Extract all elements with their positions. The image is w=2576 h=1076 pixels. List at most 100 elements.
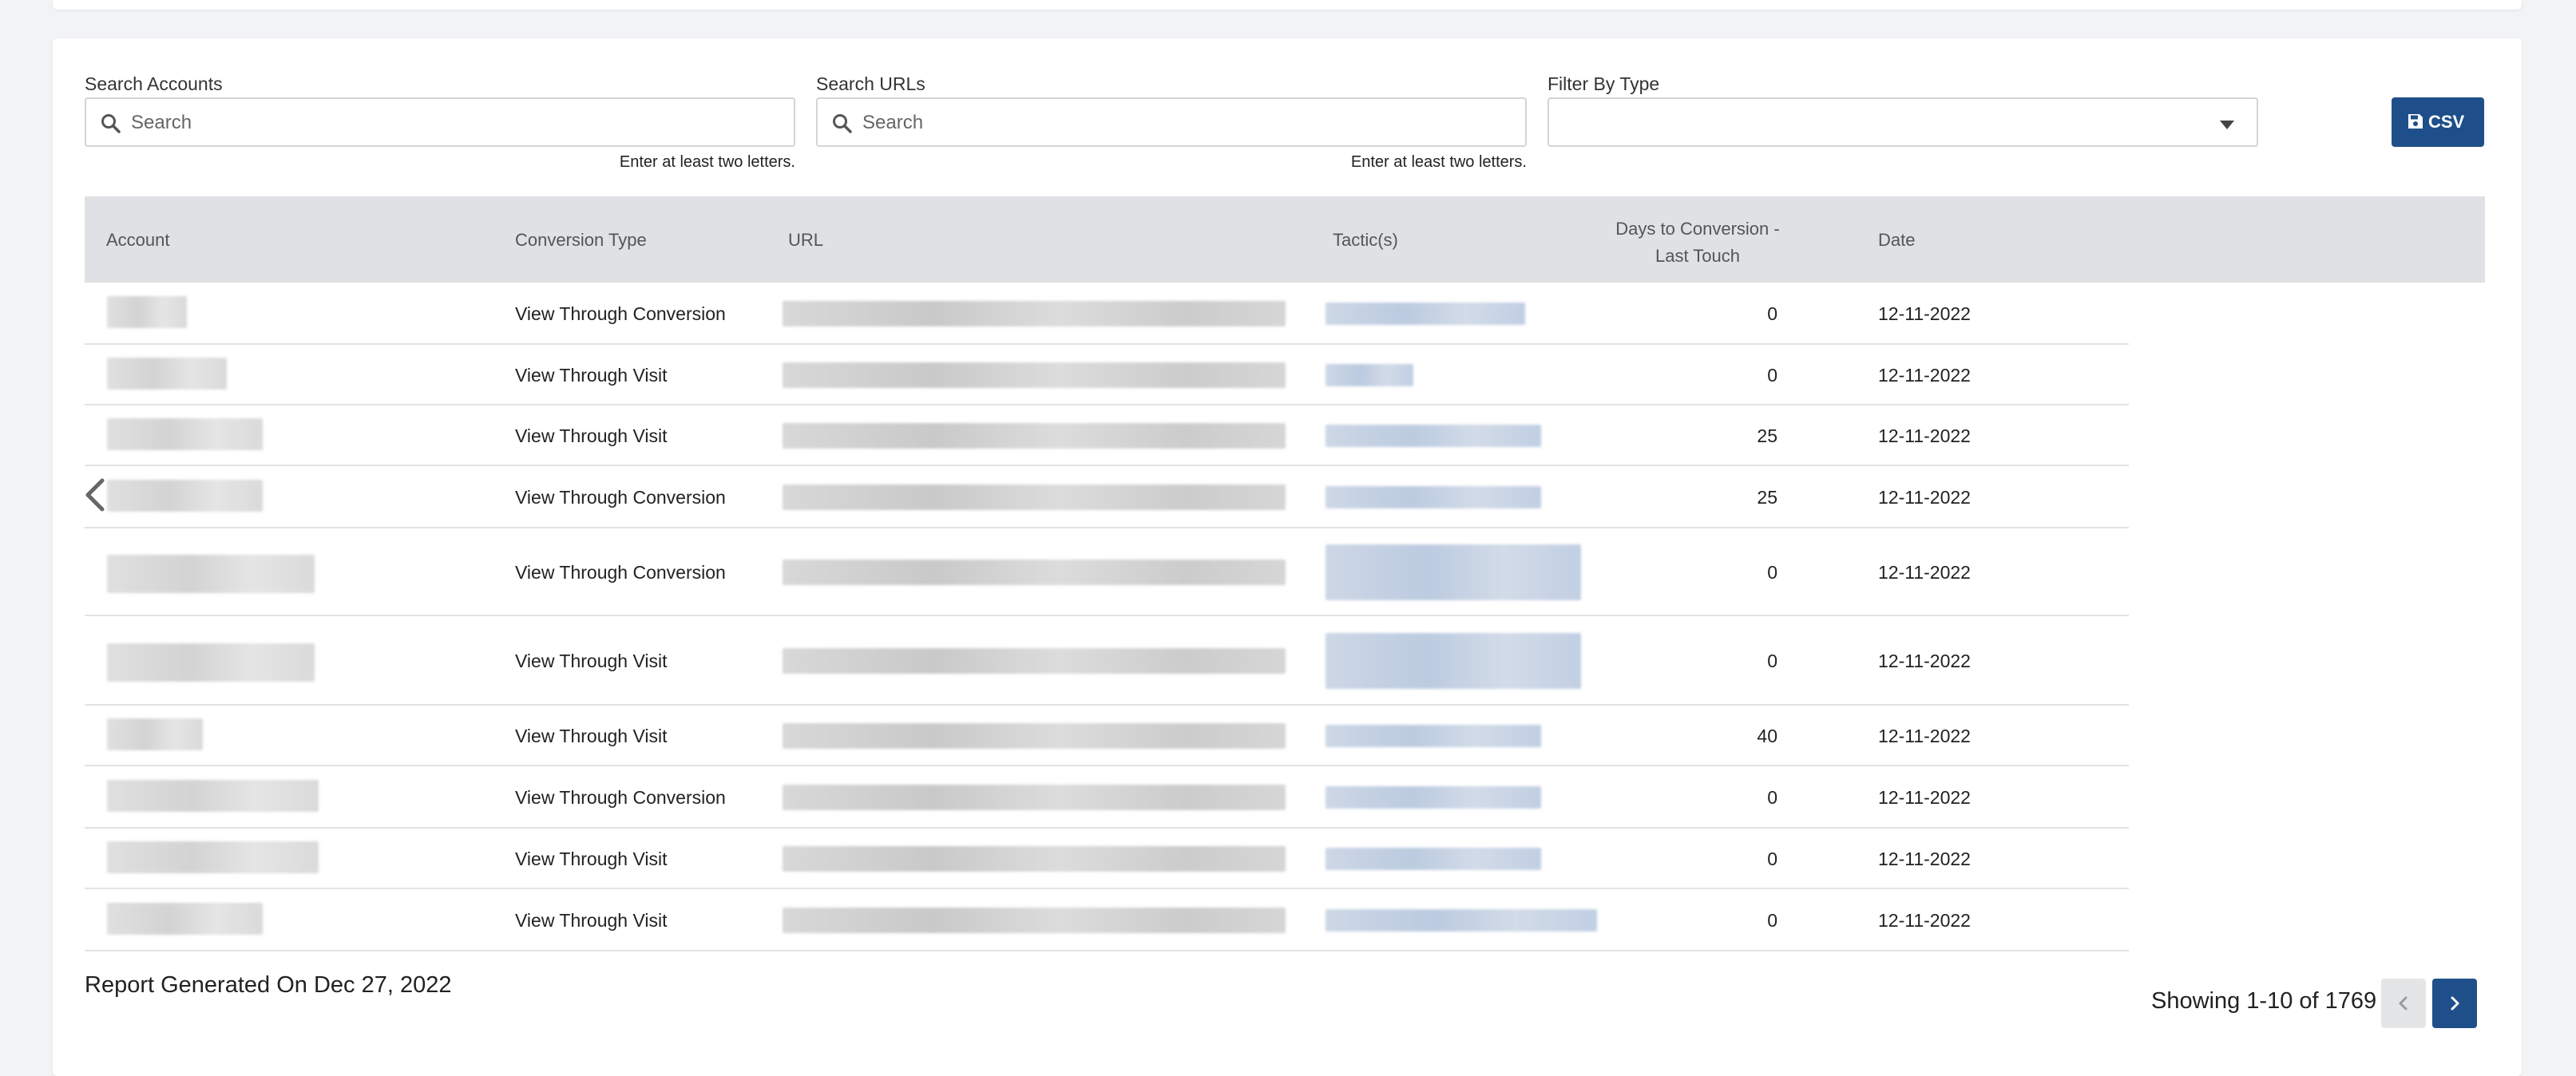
table-row[interactable]: View Through Visit 0 12-11-2022 xyxy=(85,345,2129,405)
search-urls-label: Search URLs xyxy=(816,73,925,94)
date-cell: 12-11-2022 xyxy=(1878,787,1971,808)
tactic-link-redacted[interactable] xyxy=(1326,909,1597,932)
table-row[interactable]: View Through Visit 25 12-11-2022 xyxy=(85,405,2129,466)
chevron-right-icon xyxy=(2451,996,2459,1011)
account-cell-redacted xyxy=(107,555,315,593)
table-row[interactable]: View Through Visit 0 12-11-2022 xyxy=(85,889,2129,951)
date-cell: 12-11-2022 xyxy=(1878,365,1971,386)
conversion-type-cell: View Through Conversion xyxy=(515,303,726,324)
table-row[interactable]: View Through Visit 40 12-11-2022 xyxy=(85,706,2129,766)
search-urls-hint: Enter at least two letters. xyxy=(1350,153,1527,171)
table-row[interactable]: View Through Conversion 0 12-11-2022 xyxy=(85,528,2129,616)
csv-export-button[interactable]: CSV xyxy=(2392,97,2484,147)
account-cell-redacted xyxy=(107,903,263,935)
search-accounts-placeholder: Search xyxy=(131,112,192,133)
days-to-conversion-cell: 40 xyxy=(1757,726,1777,746)
date-cell: 12-11-2022 xyxy=(1878,425,1971,446)
save-icon xyxy=(2408,114,2423,129)
tactic-link-redacted[interactable] xyxy=(1326,786,1541,809)
csv-button-label: CSV xyxy=(2428,112,2465,132)
filter-type-label: Filter By Type xyxy=(1548,73,1660,94)
chevron-left-icon xyxy=(2399,996,2408,1011)
url-cell-redacted xyxy=(783,485,1286,510)
url-cell-redacted xyxy=(783,785,1286,810)
conversion-type-cell: View Through Visit xyxy=(515,425,668,446)
conversion-type-cell: View Through Visit xyxy=(515,910,668,931)
days-to-conversion-cell: 0 xyxy=(1767,651,1777,671)
table-header: Account Conversion Type URL Tactic(s) Da… xyxy=(85,196,2485,283)
search-accounts-label: Search Accounts xyxy=(85,73,223,94)
account-cell-redacted xyxy=(107,418,263,450)
days-to-conversion-cell: 0 xyxy=(1767,303,1777,324)
column-header-account[interactable]: Account xyxy=(106,230,170,251)
days-to-conversion-cell: 0 xyxy=(1767,849,1777,869)
conversion-type-cell: View Through Conversion xyxy=(515,562,726,583)
url-cell-redacted xyxy=(783,362,1286,388)
table-row[interactable]: View Through Conversion 25 12-11-2022 xyxy=(85,466,2129,528)
date-cell: 12-11-2022 xyxy=(1878,651,1971,671)
top-card xyxy=(53,0,2522,10)
date-cell: 12-11-2022 xyxy=(1878,726,1971,746)
account-cell-redacted xyxy=(107,718,203,750)
column-header-days-to-conversion[interactable]: Days to Conversion - Last Touch xyxy=(1602,216,1793,270)
conversion-type-cell: View Through Visit xyxy=(515,726,668,746)
column-header-conversion-type[interactable]: Conversion Type xyxy=(515,230,647,251)
days-to-conversion-cell: 25 xyxy=(1757,487,1777,508)
tactic-link-redacted[interactable] xyxy=(1326,544,1581,600)
date-cell: 12-11-2022 xyxy=(1878,562,1971,583)
tactic-link-redacted[interactable] xyxy=(1326,425,1541,447)
url-cell-redacted xyxy=(783,301,1286,326)
prev-page-button[interactable] xyxy=(2381,979,2426,1028)
report-generated-note: Report Generated On Dec 27, 2022 xyxy=(85,972,452,998)
chevron-left-icon[interactable] xyxy=(83,477,107,512)
table-row[interactable]: View Through Conversion 0 12-11-2022 xyxy=(85,766,2129,829)
account-cell-redacted xyxy=(107,643,315,682)
table-row[interactable]: View Through Visit 0 12-11-2022 xyxy=(85,616,2129,706)
caret-down-icon xyxy=(2220,121,2234,129)
conversion-type-cell: View Through Conversion xyxy=(515,787,726,808)
account-cell-redacted xyxy=(107,480,263,512)
account-cell-redacted xyxy=(107,841,319,873)
date-cell: 12-11-2022 xyxy=(1878,910,1971,931)
account-cell-redacted xyxy=(107,358,227,390)
table-row[interactable]: View Through Conversion 0 12-11-2022 xyxy=(85,283,2129,345)
url-cell-redacted xyxy=(783,723,1286,749)
conversion-type-cell: View Through Visit xyxy=(515,651,668,671)
days-to-conversion-cell: 0 xyxy=(1767,365,1777,386)
column-header-tactics[interactable]: Tactic(s) xyxy=(1333,230,1398,251)
url-cell-redacted xyxy=(783,648,1286,674)
tactic-link-redacted[interactable] xyxy=(1326,486,1541,508)
days-to-conversion-cell: 25 xyxy=(1757,425,1777,446)
column-header-url[interactable]: URL xyxy=(788,230,823,251)
tactic-link-redacted[interactable] xyxy=(1326,725,1541,747)
date-cell: 12-11-2022 xyxy=(1878,849,1971,869)
pagination-status: Showing 1-10 of 1769 xyxy=(2151,988,2377,1014)
account-cell-redacted xyxy=(107,296,187,328)
tactic-link-redacted[interactable] xyxy=(1326,303,1525,325)
search-icon xyxy=(833,114,852,133)
url-cell-redacted xyxy=(783,908,1286,933)
tactic-link-redacted[interactable] xyxy=(1326,848,1541,870)
filter-type-select[interactable] xyxy=(1548,97,2258,147)
url-cell-redacted xyxy=(783,423,1286,449)
tactic-link-redacted[interactable] xyxy=(1326,633,1581,689)
search-urls-placeholder: Search xyxy=(862,112,924,133)
search-accounts-input[interactable]: Search xyxy=(85,97,795,147)
url-cell-redacted xyxy=(783,846,1286,872)
days-to-conversion-cell: 0 xyxy=(1767,910,1777,931)
search-urls-input[interactable]: Search xyxy=(816,97,1527,147)
next-page-button[interactable] xyxy=(2432,979,2477,1028)
conversion-type-cell: View Through Visit xyxy=(515,365,668,386)
url-cell-redacted xyxy=(783,560,1286,585)
date-cell: 12-11-2022 xyxy=(1878,487,1971,508)
date-cell: 12-11-2022 xyxy=(1878,303,1971,324)
days-to-conversion-cell: 0 xyxy=(1767,787,1777,808)
tactic-link-redacted[interactable] xyxy=(1326,364,1413,386)
days-to-conversion-cell: 0 xyxy=(1767,562,1777,583)
conversion-type-cell: View Through Conversion xyxy=(515,487,726,508)
column-header-date[interactable]: Date xyxy=(1878,230,1915,251)
table-row[interactable]: View Through Visit 0 12-11-2022 xyxy=(85,829,2129,889)
conversion-type-cell: View Through Visit xyxy=(515,849,668,869)
search-icon xyxy=(101,114,121,133)
search-accounts-hint: Enter at least two letters. xyxy=(619,153,795,171)
